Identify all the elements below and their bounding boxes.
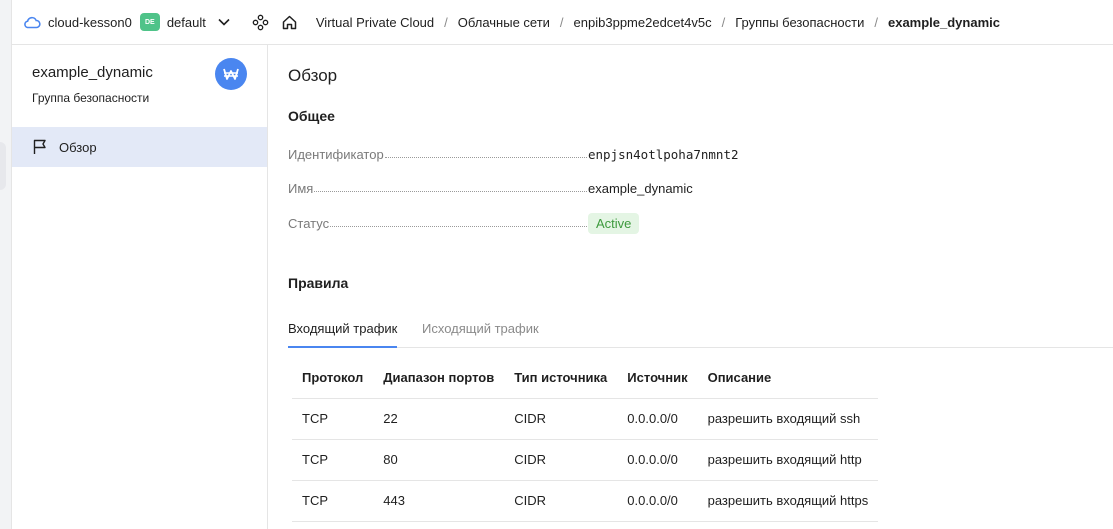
rules-table: Протокол Диапазон портов Тип источника И… xyxy=(292,358,879,522)
column-header-description: Описание xyxy=(697,358,879,399)
cell-description: разрешить входящий https xyxy=(697,480,879,522)
tab-egress[interactable]: Исходящий трафик xyxy=(422,321,539,346)
property-label: Имя xyxy=(288,180,314,196)
left-edge-handle xyxy=(0,142,6,190)
cell-source: 0.0.0.0/0 xyxy=(617,439,698,481)
table-row[interactable]: TCP 80 CIDR 0.0.0.0/0 разрешить входящий… xyxy=(292,439,879,481)
sidebar-title: example_dynamic xyxy=(32,64,153,81)
dotted-leader xyxy=(330,217,587,227)
breadcrumb-separator: / xyxy=(874,14,878,30)
property-label: Идентификатор xyxy=(288,146,384,162)
sidebar-subtitle: Группа безопасности xyxy=(32,91,150,105)
breadcrumb-separator: / xyxy=(721,14,726,30)
table-row[interactable]: TCP 22 CIDR 0.0.0.0/0 разрешить входящий… xyxy=(292,398,879,440)
column-header-source-type: Тип источника xyxy=(504,358,618,399)
cell-protocol: TCP xyxy=(292,398,374,440)
sidebar: example_dynamic Группа безопасности Обзо… xyxy=(12,45,268,529)
general-heading: Общее xyxy=(288,108,335,124)
cell-source-type: CIDR xyxy=(504,398,618,440)
property-row-status: Статус Active xyxy=(288,212,640,234)
cell-ports: 22 xyxy=(373,398,505,440)
cell-source: 0.0.0.0/0 xyxy=(617,480,698,522)
dotted-leader xyxy=(314,182,587,192)
property-row-name: Имя example_dynamic xyxy=(288,178,693,198)
service-avatar xyxy=(215,58,247,90)
breadcrumb-vpc[interactable]: Virtual Private Cloud xyxy=(316,15,434,30)
cell-ports: 443 xyxy=(373,480,505,522)
breadcrumb-security-groups[interactable]: Группы безопасности xyxy=(735,15,864,30)
top-bar: cloud-kesson0 DE default Virtual Private… xyxy=(12,0,1113,45)
column-header-ports: Диапазон портов xyxy=(373,358,505,399)
sidebar-item-label: Обзор xyxy=(59,139,97,155)
property-value-name[interactable]: example_dynamic xyxy=(588,181,693,196)
folder-badge: DE xyxy=(139,13,160,31)
cloud-name[interactable]: cloud-kesson0 xyxy=(48,15,132,30)
folder-name[interactable]: default xyxy=(167,15,206,30)
property-value-id[interactable]: enpjsn4otlpoha7nmnt2 xyxy=(588,147,739,162)
property-row-id: Идентификатор enpjsn4otlpoha7nmnt2 xyxy=(288,144,739,164)
dotted-leader xyxy=(384,148,587,158)
left-edge-strip xyxy=(0,0,12,529)
cell-source-type: CIDR xyxy=(504,439,618,481)
services-icon[interactable] xyxy=(252,14,269,31)
breadcrumb-networks[interactable]: Облачные сети xyxy=(458,15,550,30)
cell-source: 0.0.0.0/0 xyxy=(617,398,698,440)
home-icon[interactable] xyxy=(281,14,298,31)
chevron-down-icon[interactable] xyxy=(218,18,230,26)
table-header-row: Протокол Диапазон портов Тип источника И… xyxy=(292,358,879,399)
security-group-icon xyxy=(223,68,239,80)
table-row[interactable]: TCP 443 CIDR 0.0.0.0/0 разрешить входящи… xyxy=(292,480,879,522)
flag-icon xyxy=(33,139,46,154)
tab-ingress[interactable]: Входящий трафик xyxy=(288,321,398,348)
breadcrumb-separator: / xyxy=(444,14,448,30)
column-header-source: Источник xyxy=(617,358,698,399)
property-label: Статус xyxy=(288,215,330,231)
breadcrumb-network-id[interactable]: enpib3ppme2edcet4v5c xyxy=(574,15,712,30)
sidebar-item-overview[interactable]: Обзор xyxy=(12,127,267,167)
rules-tabs: Входящий трафик Исходящий трафик xyxy=(288,315,1113,348)
cloud-icon xyxy=(24,16,41,29)
column-header-protocol: Протокол xyxy=(292,358,374,399)
page-title: Обзор xyxy=(288,66,338,85)
cell-description: разрешить входящий http xyxy=(697,439,879,481)
breadcrumb-current: example_dynamic xyxy=(887,14,1000,30)
cell-source-type: CIDR xyxy=(504,480,618,522)
breadcrumb-separator: / xyxy=(559,14,564,30)
status-badge: Active xyxy=(588,212,640,234)
main-content: Обзор Общее Идентификатор enpjsn4otlpoha… xyxy=(268,45,1113,529)
cell-protocol: TCP xyxy=(292,439,374,481)
rules-heading: Правила xyxy=(288,275,349,291)
cell-ports: 80 xyxy=(373,439,505,481)
cell-description: разрешить входящий ssh xyxy=(697,398,879,440)
cell-protocol: TCP xyxy=(292,480,374,522)
